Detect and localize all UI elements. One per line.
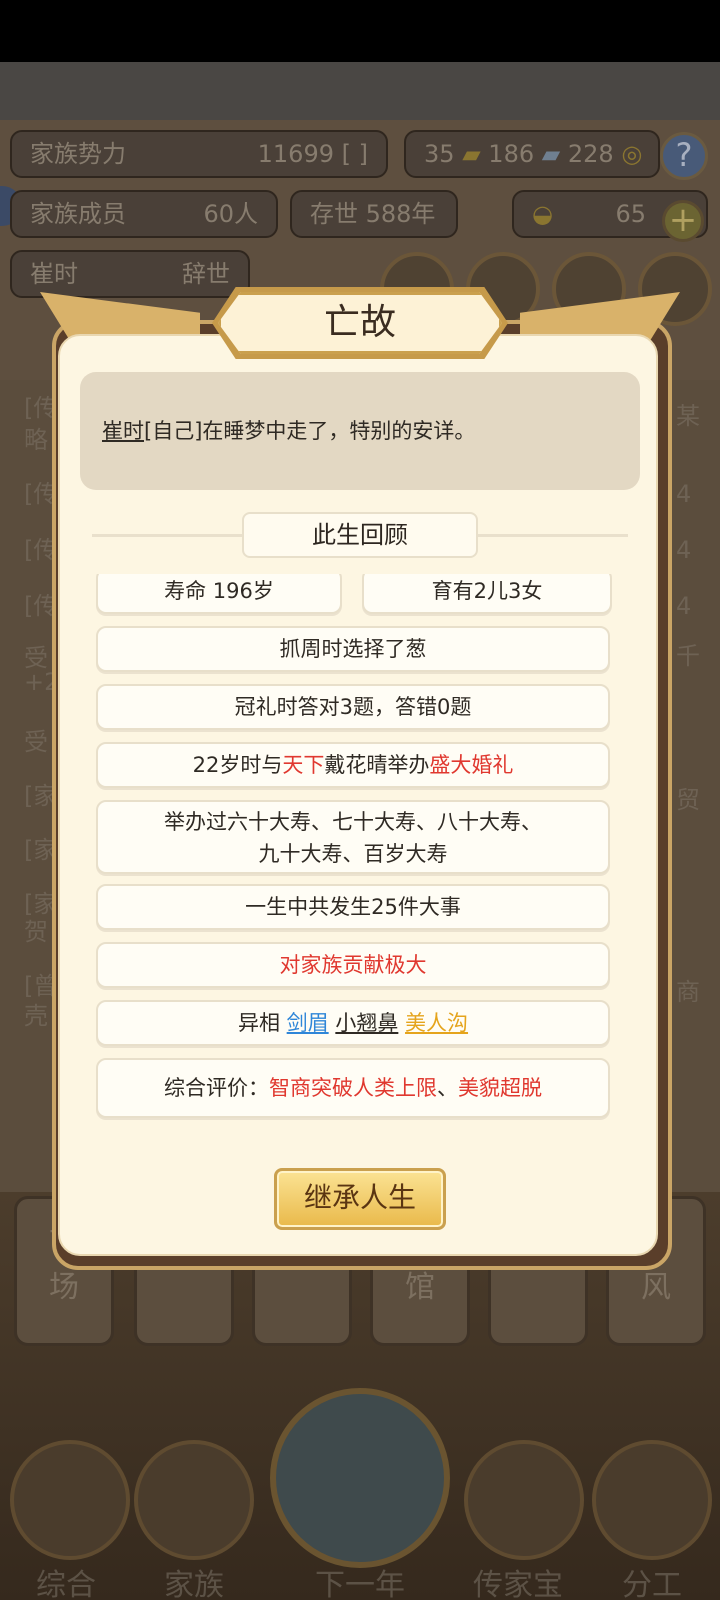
tab-family[interactable]: 家族: [134, 1560, 254, 1600]
section-divider-left: [92, 534, 242, 537]
tab-family-icon[interactable]: [134, 1440, 254, 1560]
coin-icon: ◎: [621, 140, 643, 168]
feature-upturned-nose[interactable]: 小翘鼻: [335, 1011, 398, 1035]
silver-bar-icon: ▰: [541, 140, 561, 168]
life-review-title: 此生回顾: [242, 512, 478, 558]
family-power-label: 家族势力: [30, 140, 126, 168]
gold-bar-icon: ▰: [462, 140, 481, 168]
log-line: 受: [24, 728, 48, 756]
review-lifespan: 寿命 196岁: [96, 574, 342, 614]
marriage-spouse: 戴花晴举办: [324, 753, 430, 777]
review-marriage: 22岁时与天下戴花晴举办盛大婚礼: [96, 742, 610, 788]
log-line-right: 某: [676, 402, 700, 430]
log-line: 贺: [24, 918, 48, 946]
currency-pill: 35 ▰ 186 ▰ 228 ◎: [404, 130, 660, 178]
currency-b: 186: [488, 140, 535, 168]
family-power-value: 11699: [257, 140, 334, 168]
log-line: 壳: [24, 1002, 48, 1030]
evaluation-label: 综合评价：: [164, 1076, 269, 1100]
review-contribution: 对家族贡献极大: [96, 942, 610, 988]
features-label: 异相: [237, 1011, 280, 1035]
review-features: 异相 剑眉 小翘鼻 美人沟: [96, 1000, 610, 1046]
marriage-event: 盛大婚礼: [429, 753, 514, 777]
family-members-label: 家族成员: [30, 200, 126, 228]
modal-title: 亡故: [218, 292, 502, 354]
next-year-icon[interactable]: [270, 1388, 450, 1568]
log-line-right: 4: [676, 592, 692, 620]
life-review-list[interactable]: 寿命 196岁 育有2儿3女 抓周时选择了葱 冠礼时答对3题，答错0题 22岁时…: [96, 574, 626, 1122]
add-gold-icon[interactable]: +: [662, 200, 704, 242]
family-power-pill: 家族势力 11699 [ ]: [10, 130, 388, 178]
evaluation-separator: 、: [437, 1076, 458, 1100]
help-icon[interactable]: ?: [660, 132, 708, 180]
life-review-header: 此生回顾: [92, 512, 628, 558]
tab-next-year[interactable]: 下一年: [300, 1560, 420, 1600]
evaluation-intelligence: 智商突破人类上限: [269, 1076, 437, 1100]
inherit-life-button[interactable]: 继承人生: [274, 1168, 446, 1230]
person-status: 辞世: [182, 260, 230, 288]
death-message-text: [自己]在睡梦中走了，特别的安详。: [144, 419, 476, 443]
family-power-rank: [ ]: [341, 140, 368, 168]
feature-cleft-chin[interactable]: 美人沟: [405, 1011, 468, 1035]
review-evaluation: 综合评价：智商突破人类上限、美貌超脱: [96, 1058, 610, 1118]
tab-heirloom-icon[interactable]: [464, 1440, 584, 1560]
tab-overview[interactable]: 综合: [6, 1560, 126, 1600]
existence-pill: 存世 588年: [290, 190, 458, 238]
log-line: 略: [24, 426, 48, 454]
log-line-right: 4: [676, 536, 692, 564]
review-events: 一生中共发生25件大事: [96, 884, 610, 930]
tab-assign-icon[interactable]: [592, 1440, 712, 1560]
status-bar: [0, 0, 720, 62]
top-band: [0, 62, 720, 120]
log-line-right: 4: [676, 480, 692, 508]
birthdays-line-1: 举办过六十大寿、七十大寿、八十大寿、: [164, 810, 542, 834]
tab-overview-icon[interactable]: [10, 1440, 130, 1560]
deceased-name[interactable]: 崔时: [102, 419, 144, 443]
family-members-pill: 家族成员 60人: [10, 190, 278, 238]
currency-c: 228: [567, 140, 614, 168]
family-members-value: 60人: [203, 200, 258, 228]
review-birthdays: 举办过六十大寿、七十大寿、八十大寿、 九十大寿、百岁大寿: [96, 800, 610, 874]
tab-assign[interactable]: 分工: [592, 1560, 712, 1600]
section-divider-right: [478, 534, 628, 537]
log-line-right: 千: [676, 642, 700, 670]
feature-sword-brows[interactable]: 剑眉: [287, 1011, 329, 1035]
marriage-place: 天下: [282, 753, 325, 777]
ingot-icon: ◒: [532, 200, 553, 228]
birthdays-line-2: 九十大寿、百岁大寿: [258, 842, 448, 866]
evaluation-beauty: 美貌超脱: [458, 1076, 542, 1100]
log-line-right: 商: [676, 978, 700, 1006]
person-name: 崔时: [30, 260, 78, 288]
log-line-right: 贸: [676, 786, 700, 814]
death-message: 崔时[自己]在睡梦中走了，特别的安详。: [80, 372, 640, 490]
review-coming-of-age: 冠礼时答对3题，答错0题: [96, 684, 610, 730]
marriage-prefix: 22岁时与: [192, 753, 283, 777]
existence-label: 存世 588年: [310, 200, 436, 228]
currency-a: 35: [424, 140, 455, 168]
tab-heirloom[interactable]: 传家宝: [458, 1560, 578, 1600]
review-children: 育有2儿3女: [362, 574, 612, 614]
gold-value: 65: [615, 200, 646, 228]
person-pill: 崔时 辞世: [10, 250, 250, 298]
review-zhuazhou: 抓周时选择了葱: [96, 626, 610, 672]
